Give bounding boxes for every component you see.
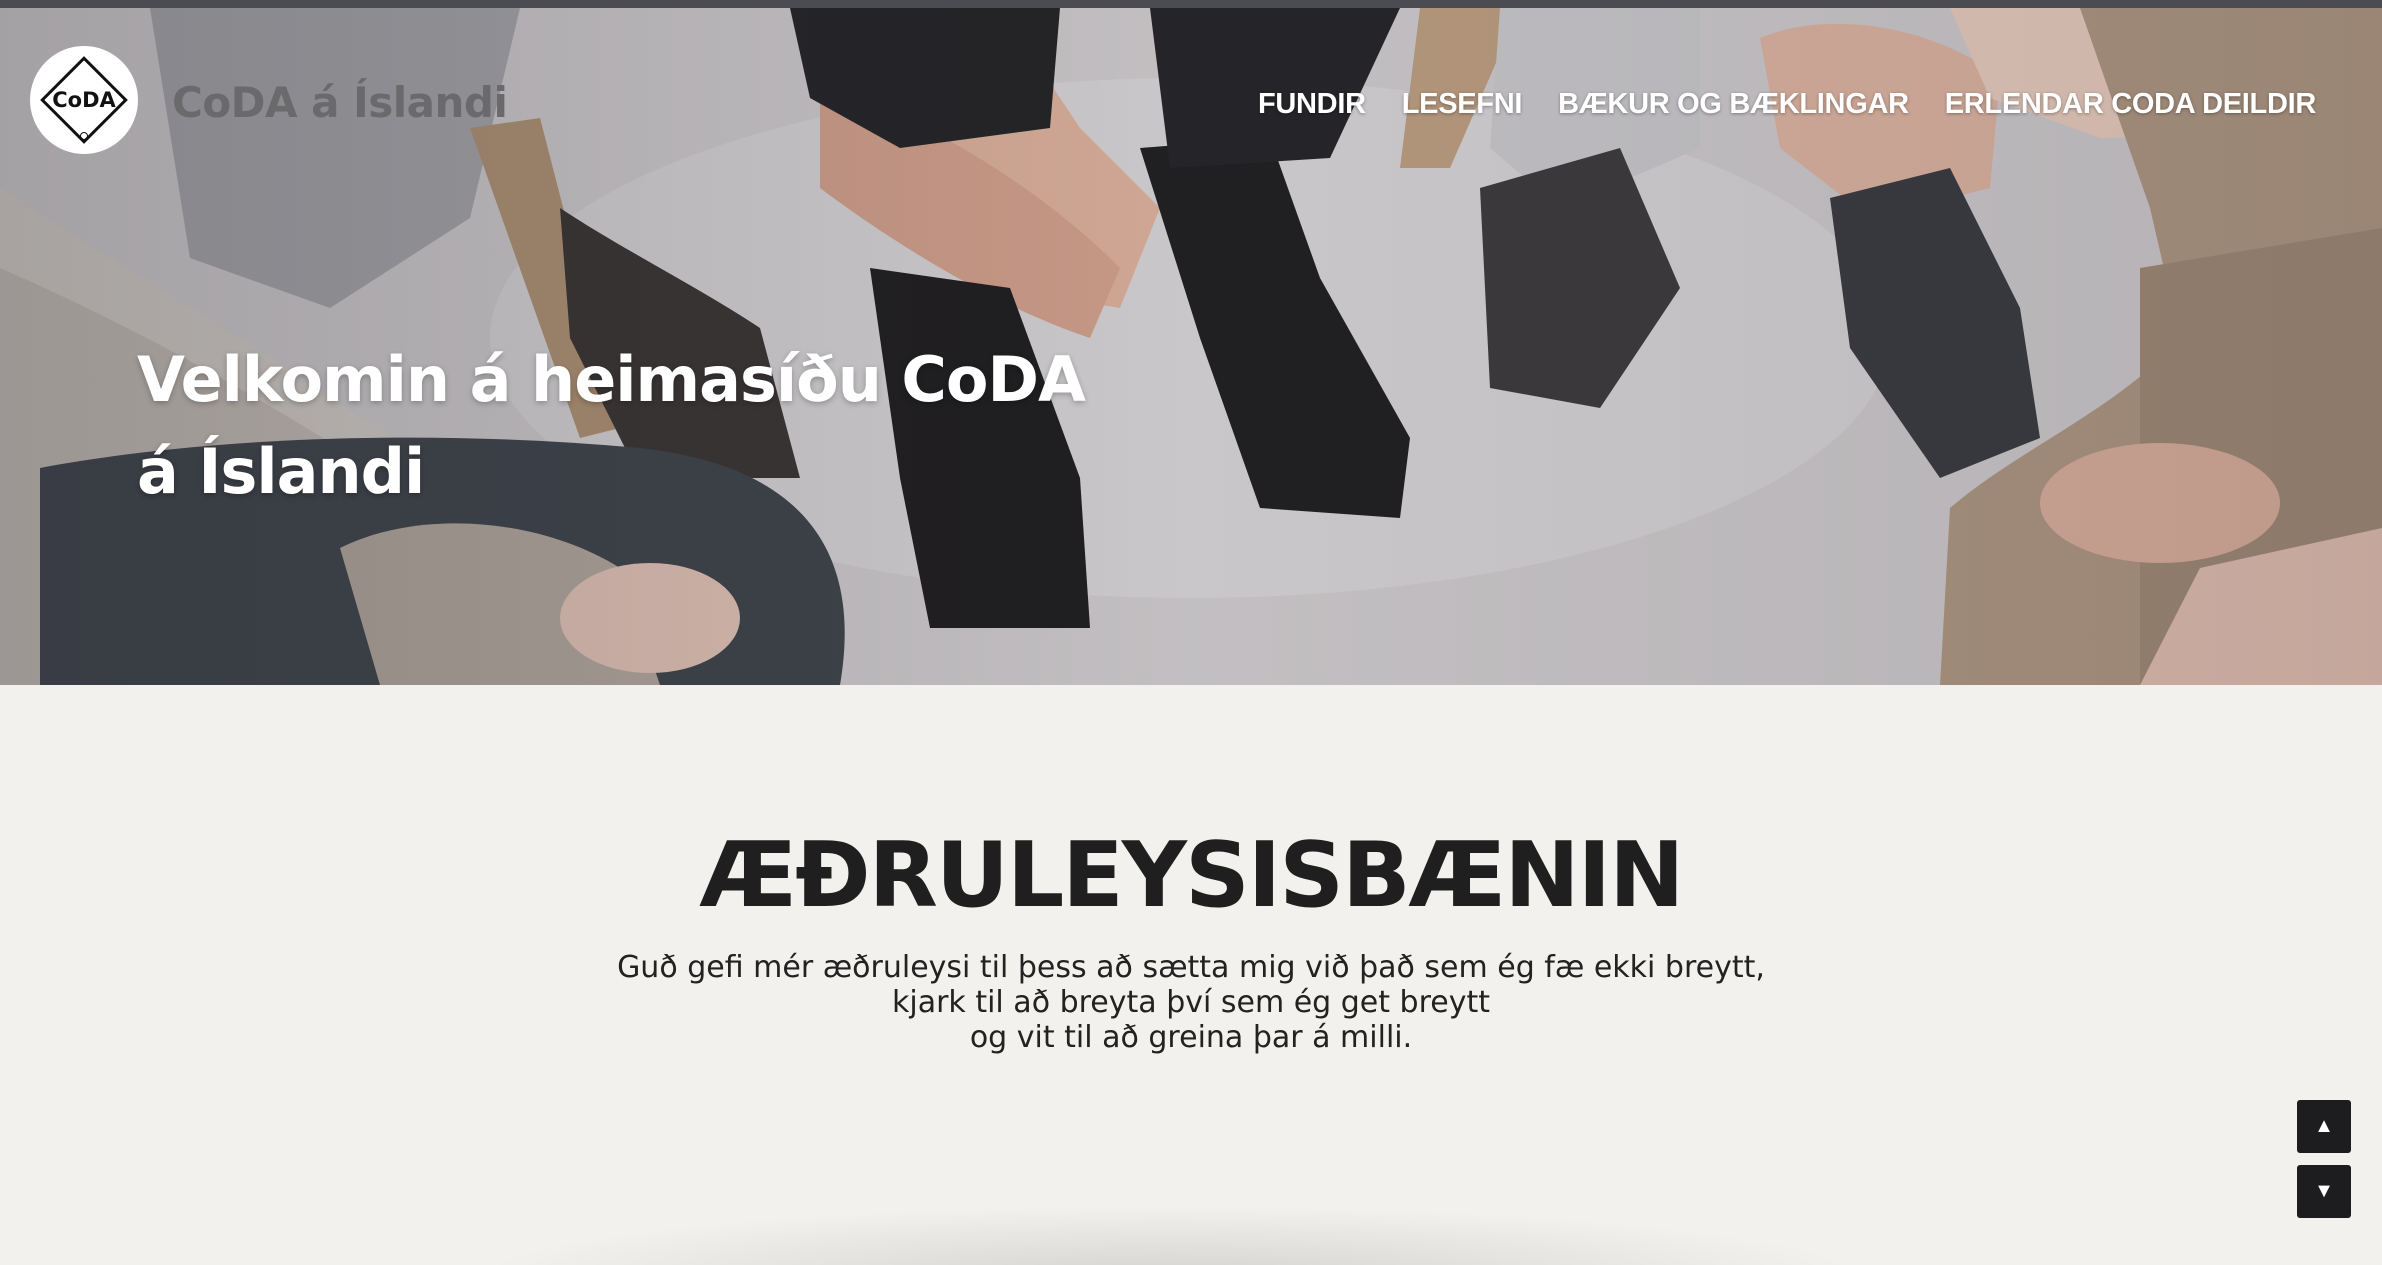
scroll-down-button[interactable]: ▼: [2297, 1165, 2351, 1218]
logo-dot-icon: [80, 132, 88, 140]
nav-item-fundir[interactable]: FUNDIR: [1258, 88, 1366, 121]
hero-title-line-1: Velkomin á heimasíðu CoDA: [137, 343, 1086, 416]
nav-item-baekur-og-baeklingar[interactable]: BÆKUR OG BÆKLINGAR: [1558, 88, 1909, 121]
hero-title-line-2: á Íslandi: [137, 435, 425, 508]
triangle-down-icon: ▼: [2314, 1180, 2334, 1202]
nav-item-erlendar-coda-deildir[interactable]: ERLENDAR CODA DEILDIR: [1945, 88, 2317, 121]
prayer-heading: ÆÐRULEYSISBÆNIN: [699, 823, 1685, 928]
site-logo[interactable]: CoDA: [30, 46, 138, 154]
hero-banner: CoDA CoDA á Íslandi FUNDIR LESEFNI BÆKUR…: [0, 8, 2382, 685]
prayer-text: Guð gefi mér æðruleysi til þess að sætta…: [0, 950, 2382, 1055]
prayer-line-2: kjark til að breyta því sem ég get breyt…: [892, 985, 1490, 1020]
window-top-bar: [0, 0, 2382, 8]
hero-title: Velkomin á heimasíðu CoDA á Íslandi: [137, 334, 1137, 518]
prayer-line-1: Guð gefi mér æðruleysi til þess að sætta…: [617, 950, 1765, 985]
logo-text: CoDA: [52, 88, 116, 112]
section-shadow: [470, 1205, 1870, 1265]
main-navigation: FUNDIR LESEFNI BÆKUR OG BÆKLINGAR ERLEND…: [1258, 88, 2316, 121]
nav-item-lesefni[interactable]: LESEFNI: [1402, 88, 1523, 121]
site-name[interactable]: CoDA á Íslandi: [172, 78, 508, 127]
triangle-up-icon: ▲: [2314, 1115, 2334, 1137]
serenity-prayer-section: ÆÐRULEYSISBÆNIN Guð gefi mér æðruleysi t…: [0, 685, 2382, 1265]
prayer-line-3: og vit til að greina þar á milli.: [969, 1020, 1413, 1055]
scroll-up-button[interactable]: ▲: [2297, 1100, 2351, 1153]
